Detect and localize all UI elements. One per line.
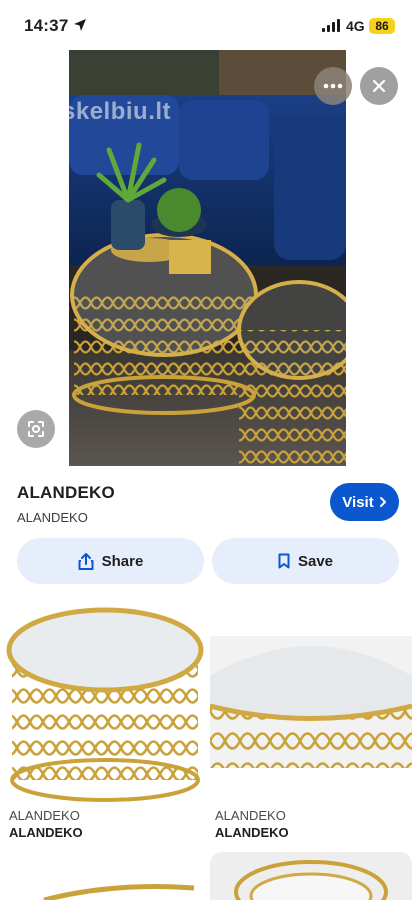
- result-image-2[interactable]: [210, 636, 412, 768]
- share-button[interactable]: Share: [17, 538, 204, 584]
- result-source-2: ALANDEKO: [215, 808, 286, 823]
- source-subtitle: ALANDEKO: [17, 510, 88, 525]
- share-icon: [78, 552, 94, 570]
- signal-icon: [322, 19, 340, 32]
- hero-image-area: skelbiu.lt: [0, 50, 416, 466]
- result-title-1[interactable]: ALANDEKO: [9, 825, 83, 840]
- table-partial-thumbnail: [4, 864, 206, 900]
- close-icon: [372, 79, 386, 93]
- bookmark-icon: [278, 553, 290, 569]
- location-arrow-icon: [74, 19, 86, 31]
- result-title-2[interactable]: ALANDEKO: [215, 825, 289, 840]
- lens-search-button[interactable]: [17, 410, 55, 448]
- save-label: Save: [297, 552, 334, 570]
- result-image-1[interactable]: [4, 605, 206, 805]
- result-image-4[interactable]: [210, 852, 412, 900]
- save-button[interactable]: Save: [212, 538, 399, 584]
- share-label: Share: [101, 552, 144, 570]
- more-horizontal-icon: [323, 83, 343, 89]
- round-table-thumbnail: [4, 605, 206, 805]
- source-title[interactable]: ALANDEKO: [17, 483, 115, 503]
- chevron-right-icon: [379, 497, 386, 507]
- result-image-3[interactable]: [4, 864, 206, 900]
- result-source-1: ALANDEKO: [9, 808, 80, 823]
- watermark-logo-icon: [20, 99, 44, 123]
- visit-button[interactable]: Visit: [330, 483, 399, 521]
- watermark-text: skelbiu.lt: [62, 98, 172, 125]
- battery-badge: 86: [369, 18, 395, 34]
- lens-icon: [28, 421, 44, 437]
- status-time: 14:37: [24, 16, 69, 35]
- more-options-button[interactable]: [314, 67, 352, 105]
- table-top-partial-thumbnail: [210, 852, 412, 900]
- close-button[interactable]: [360, 67, 398, 105]
- round-table-closeup-thumbnail: [210, 636, 412, 768]
- status-bar: 14:37 4G 86: [0, 0, 416, 50]
- network-label: 4G: [346, 18, 365, 34]
- visit-button-label: Visit: [342, 493, 374, 511]
